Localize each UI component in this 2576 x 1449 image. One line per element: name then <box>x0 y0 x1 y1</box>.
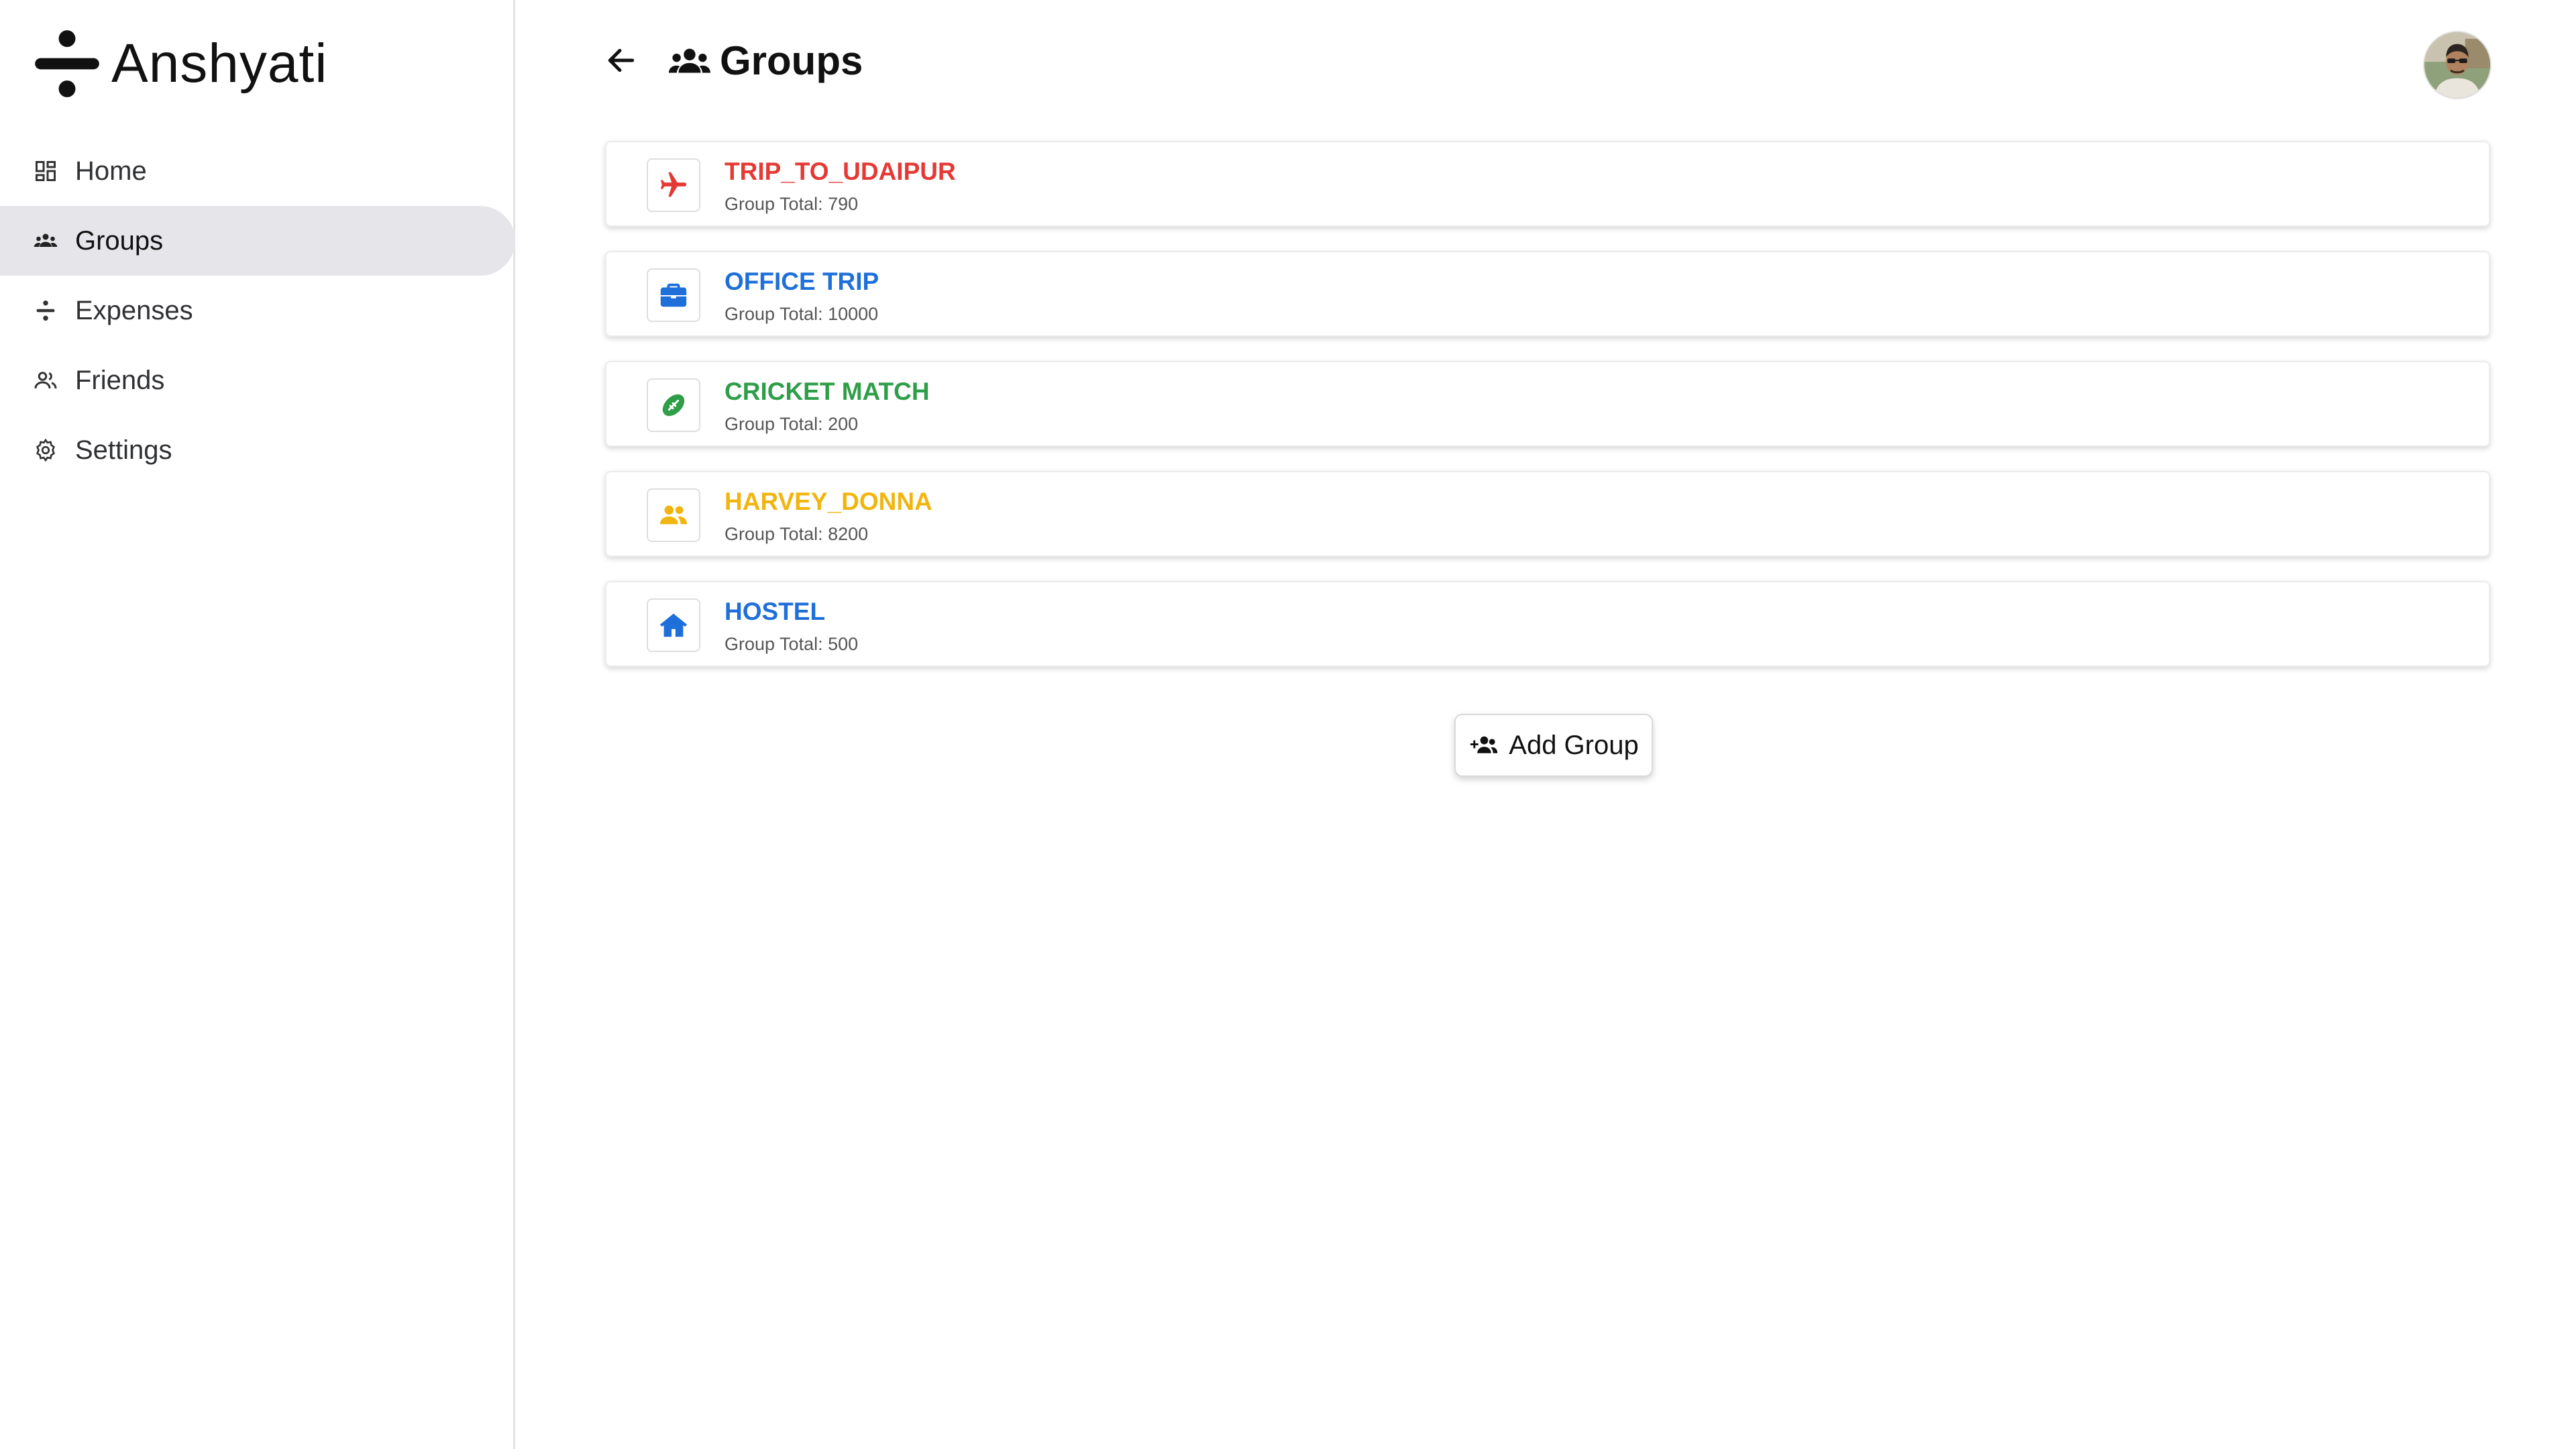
arrow-left-icon <box>608 48 635 72</box>
group-total: Group Total: 8200 <box>724 524 869 544</box>
page-title: Groups <box>720 38 863 83</box>
briefcase-icon <box>660 283 687 307</box>
group-icon-box <box>647 268 700 322</box>
group-total: Group Total: 500 <box>724 634 859 654</box>
avatar[interactable] <box>2424 32 2490 98</box>
group-name: CRICKET MATCH <box>724 378 930 405</box>
gear-icon <box>32 437 59 464</box>
group-icon-box <box>647 488 700 542</box>
group-card-cricket-match[interactable]: CRICKET MATCH Group Total: 200 <box>605 361 2490 447</box>
group-total: Group Total: 200 <box>724 414 859 434</box>
sidebar-item-label: Home <box>75 156 147 186</box>
sidebar-item-groups[interactable]: Groups <box>0 206 515 276</box>
divide-logo-icon <box>35 30 99 97</box>
group-icon-box <box>647 378 700 432</box>
user-avatar-icon <box>2424 32 2490 98</box>
group-card-office-trip[interactable]: OFFICE TRIP Group Total: 10000 <box>605 251 2490 337</box>
sidebar-item-label: Groups <box>75 225 164 256</box>
friends-icon <box>32 367 59 394</box>
expenses-icon <box>32 297 59 324</box>
group-total: Group Total: 10000 <box>724 304 879 324</box>
groups-icon <box>669 48 710 73</box>
dashboard-icon <box>32 158 59 184</box>
group-name: OFFICE TRIP <box>724 268 879 295</box>
group-card-hostel[interactable]: HOSTEL Group Total: 500 <box>605 581 2490 667</box>
sidebar-item-home[interactable]: Home <box>0 136 515 206</box>
sidebar-item-label: Settings <box>75 435 172 465</box>
group-icon-box <box>647 158 700 212</box>
group-text: HARVEY_DONNA Group Total: 8200 <box>724 487 932 545</box>
sidebar-nav: Home Groups Expenses Friends Settings <box>0 136 515 485</box>
group-name: TRIP_TO_UDAIPUR <box>724 158 956 185</box>
group-add-icon <box>1470 736 1498 753</box>
sidebar-item-label: Friends <box>75 365 165 395</box>
sidebar-item-label: Expenses <box>75 295 193 325</box>
app-logo[interactable]: Anshyati <box>32 27 328 101</box>
group-text: CRICKET MATCH Group Total: 200 <box>724 377 930 435</box>
add-group-label: Add Group <box>1509 730 1639 760</box>
sidebar-item-settings[interactable]: Settings <box>0 415 515 485</box>
add-group-button[interactable]: Add Group <box>1454 714 1653 777</box>
sidebar: Anshyati Home Groups Expenses Friends Se… <box>0 0 515 1449</box>
group-card-harvey-donna[interactable]: HARVEY_DONNA Group Total: 8200 <box>605 471 2490 557</box>
home-icon <box>659 613 688 637</box>
group-text: HOSTEL Group Total: 500 <box>724 597 858 655</box>
sidebar-item-expenses[interactable]: Expenses <box>0 276 515 345</box>
app-name: Anshyati <box>111 33 328 94</box>
groups-icon <box>32 227 59 254</box>
group-name: HARVEY_DONNA <box>724 488 932 515</box>
people-icon <box>659 505 688 525</box>
group-card-trip-to-udaipur[interactable]: TRIP_TO_UDAIPUR Group Total: 790 <box>605 141 2490 227</box>
back-button[interactable] <box>604 43 639 78</box>
group-text: OFFICE TRIP Group Total: 10000 <box>724 267 879 325</box>
group-icon-box <box>647 598 700 652</box>
group-list: TRIP_TO_UDAIPUR Group Total: 790 OFFICE … <box>605 141 2490 691</box>
ball-icon <box>662 394 685 417</box>
group-name: HOSTEL <box>724 598 826 625</box>
group-total: Group Total: 790 <box>724 194 859 214</box>
airplane-icon <box>660 172 687 197</box>
group-text: TRIP_TO_UDAIPUR Group Total: 790 <box>724 157 956 215</box>
sidebar-item-friends[interactable]: Friends <box>0 345 515 415</box>
